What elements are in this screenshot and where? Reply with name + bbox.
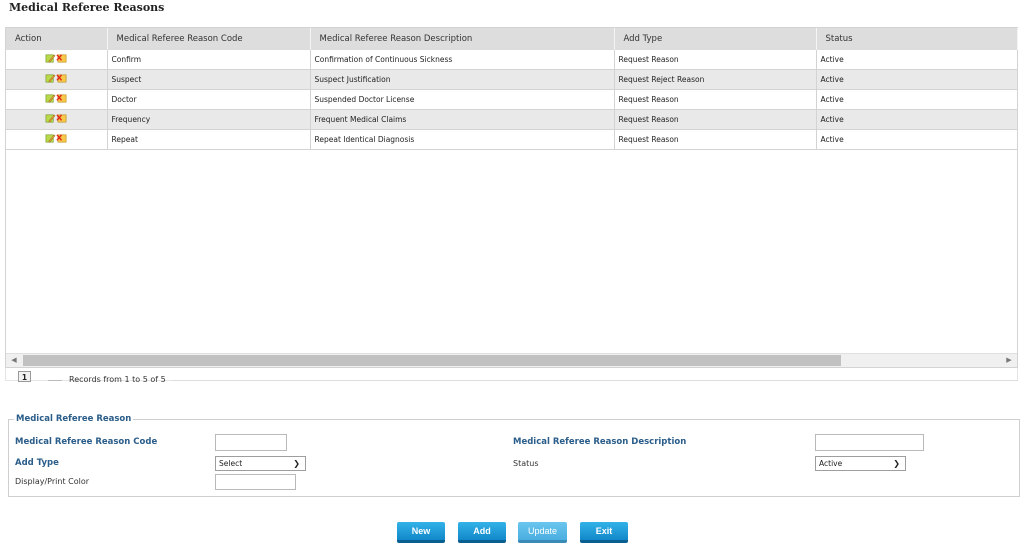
- table-row[interactable]: Doctor Suspended Doctor License Request Re…: [6, 89, 1018, 110]
- table-row[interactable]: Repeat Repeat Identical Diagnosis Request …: [6, 129, 1018, 150]
- reasons-grid: Action Medical Referee Reason Code Medic…: [5, 27, 1018, 368]
- pager-rule: [172, 380, 1018, 381]
- action-cell: [6, 69, 108, 90]
- column-header-add-type[interactable]: Add Type: [614, 28, 817, 50]
- new-button[interactable]: New: [397, 522, 445, 543]
- status-cell: Active: [816, 50, 1018, 70]
- column-header-action[interactable]: Action: [6, 28, 108, 50]
- page-title: Medical Referee Reasons: [9, 1, 165, 14]
- scroll-right-icon[interactable]: ▶: [1003, 354, 1015, 367]
- status-label: Status: [513, 459, 539, 468]
- delete-icon[interactable]: [56, 93, 68, 106]
- status-cell: Active: [816, 89, 1018, 110]
- code-cell: Repeat: [107, 129, 311, 150]
- status-select[interactable]: Active ❯: [815, 456, 906, 471]
- delete-icon[interactable]: [56, 53, 68, 66]
- edit-icon[interactable]: [45, 133, 56, 146]
- description-label: Medical Referee Reason Description: [513, 437, 687, 447]
- code-cell: Confirm: [107, 50, 311, 70]
- pager-divider: [48, 380, 62, 381]
- add-type-cell: Request Reason: [614, 109, 817, 130]
- add-button[interactable]: Add: [458, 522, 506, 543]
- description-cell: Suspended Doctor License: [310, 89, 615, 110]
- color-label: Display/Print Color: [15, 477, 90, 486]
- delete-icon[interactable]: [56, 133, 68, 146]
- status-cell: Active: [816, 69, 1018, 90]
- status-cell: Active: [816, 129, 1018, 150]
- status-cell: Active: [816, 109, 1018, 130]
- color-input[interactable]: [215, 474, 296, 490]
- column-header-status[interactable]: Status: [816, 28, 1018, 50]
- edit-icon[interactable]: [45, 93, 56, 106]
- code-input[interactable]: [215, 434, 287, 451]
- add-type-cell: Request Reject Reason: [614, 69, 817, 90]
- action-cell: [6, 129, 108, 150]
- exit-button[interactable]: Exit: [580, 522, 628, 543]
- edit-icon[interactable]: [45, 53, 56, 66]
- scroll-left-icon[interactable]: ◀: [8, 354, 20, 367]
- action-cell: [6, 89, 108, 110]
- table-header-row: Action Medical Referee Reason Code Medic…: [6, 28, 1018, 50]
- records-count: Records from 1 to 5 of 5: [69, 375, 166, 384]
- table-row[interactable]: Frequency Frequent Medical Claims Request …: [6, 109, 1018, 130]
- edit-icon[interactable]: [45, 113, 56, 126]
- form-legend: Medical Referee Reason: [14, 414, 134, 424]
- reasons-table: Action Medical Referee Reason Code Medic…: [6, 28, 1018, 150]
- code-cell: Suspect: [107, 69, 311, 90]
- delete-icon[interactable]: [56, 113, 68, 126]
- add-type-cell: Request Reason: [614, 89, 817, 110]
- description-cell: Frequent Medical Claims: [310, 109, 615, 130]
- update-button[interactable]: Update: [518, 522, 567, 543]
- scroll-thumb[interactable]: [23, 355, 841, 366]
- column-header-description[interactable]: Medical Referee Reason Description: [310, 28, 615, 50]
- add-type-select[interactable]: Select ❯: [215, 456, 306, 471]
- column-header-code[interactable]: Medical Referee Reason Code: [107, 28, 311, 50]
- code-label: Medical Referee Reason Code: [15, 437, 158, 447]
- pager: 1 Records from 1 to 5 of 5: [5, 368, 1018, 384]
- delete-icon[interactable]: [56, 73, 68, 86]
- horizontal-scrollbar[interactable]: ◀ ▶: [6, 353, 1017, 367]
- page-button-current[interactable]: 1: [18, 371, 31, 382]
- table-row[interactable]: Suspect Suspect Justification Request Reje…: [6, 69, 1018, 90]
- code-cell: Doctor: [107, 89, 311, 110]
- code-cell: Frequency: [107, 109, 311, 130]
- action-cell: [6, 109, 108, 130]
- add-type-cell: Request Reason: [614, 129, 817, 150]
- add-type-selected: Select: [219, 459, 243, 468]
- action-cell: [6, 50, 108, 70]
- description-input[interactable]: [815, 434, 924, 451]
- description-cell: Suspect Justification: [310, 69, 615, 90]
- chevron-down-icon: ❯: [293, 459, 300, 468]
- chevron-down-icon: ❯: [893, 459, 900, 468]
- description-cell: Repeat Identical Diagnosis: [310, 129, 615, 150]
- add-type-cell: Request Reason: [614, 50, 817, 70]
- status-selected: Active: [819, 459, 843, 468]
- table-row[interactable]: Confirm Confirmation of Continuous Sickne…: [6, 50, 1018, 70]
- edit-icon[interactable]: [45, 73, 56, 86]
- add-type-label: Add Type: [15, 458, 59, 468]
- description-cell: Confirmation of Continuous Sickness: [310, 50, 615, 70]
